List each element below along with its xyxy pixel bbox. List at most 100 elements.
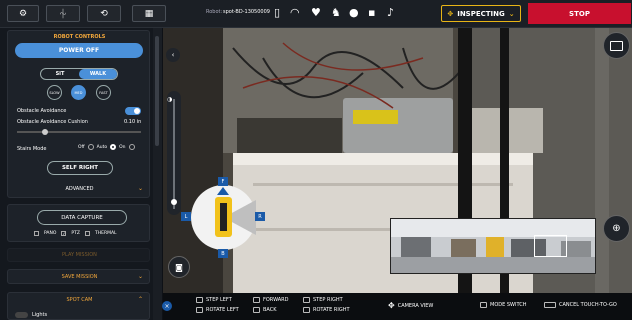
wifi-icon[interactable]: ◠	[290, 6, 300, 20]
save-mission-label: SAVE MISSION	[61, 274, 98, 280]
forward-arrow-icon[interactable]	[217, 187, 229, 195]
hint-mode-switch: MODE SWITCH	[480, 302, 526, 308]
speed-fast[interactable]: FAST	[96, 85, 111, 100]
hint-step-right: STEP RIGHT	[303, 297, 343, 303]
collapse-button[interactable]: ‹	[166, 48, 180, 62]
play-mission-label: PLAY MISSION	[62, 252, 97, 258]
stairs-on-label: On	[119, 144, 126, 150]
keyboard-hints-bar: × STEP LEFT ROTATE LEFT FORWARD BACK STE…	[162, 293, 632, 320]
key-icon	[303, 297, 310, 303]
hint-label: STEP LEFT	[206, 297, 232, 303]
ptz-view-frame[interactable]	[534, 235, 567, 257]
fullscreen-button[interactable]	[603, 32, 630, 59]
chevron-up-icon: ⌃	[138, 296, 144, 303]
data-capture-card: DATA CAPTURE PANO ✓ PTZ THERMAL	[7, 204, 150, 242]
compass-r[interactable]: R	[255, 212, 265, 221]
hint-rotate-right: ROTATE RIGHT	[303, 307, 350, 313]
history-icon: ⟲	[100, 8, 108, 19]
hint-label: BACK	[263, 307, 277, 313]
message-icon[interactable]: ▪	[368, 6, 375, 20]
stairs-auto-label: Auto	[96, 144, 108, 150]
stairs-on-radio[interactable]	[128, 144, 135, 150]
pano-thumbnail[interactable]	[390, 218, 596, 274]
power-button[interactable]: POWER OFF	[15, 43, 143, 58]
key-icon	[196, 307, 203, 313]
advanced-toggle[interactable]: ADVANCED	[8, 186, 151, 192]
hint-back: BACK	[253, 307, 277, 313]
key-icon	[253, 297, 260, 303]
stairs-auto-radio[interactable]	[110, 144, 117, 150]
hint-label: STEP RIGHT	[313, 297, 343, 303]
inspect-label: INSPECTING	[457, 9, 505, 18]
cushion-slider[interactable]	[17, 129, 141, 135]
esc-key-icon	[544, 302, 556, 308]
sidebar: ROBOT CONTROLS POWER OFF SIT WALK SLOW M…	[0, 28, 162, 320]
self-right-button[interactable]: SELF RIGHT	[47, 161, 113, 175]
hint-label: MODE SWITCH	[490, 302, 527, 308]
spot-cam-label[interactable]: SPOT CAM	[8, 297, 151, 303]
chevron-down-icon: ⌄	[138, 185, 144, 192]
pano-checkbox[interactable]	[34, 231, 39, 236]
speed-slow[interactable]: SLOW	[47, 85, 62, 100]
ptz-checkbox[interactable]: ✓	[61, 231, 67, 236]
close-hints-button[interactable]: ×	[162, 301, 172, 311]
info-icon[interactable]: ●	[349, 6, 359, 20]
hint-camera-view: ✥ CAMERA VIEW	[388, 301, 433, 310]
top-bar: ⚙ ⏆ ⟲ ▦ Robot: spot-BD-13050009 ▯ ◠ ♥ ♞ …	[0, 0, 632, 28]
sit-button[interactable]: SIT	[41, 69, 79, 79]
payload-icon: ⏆	[58, 10, 68, 20]
keyboard-button[interactable]: ▦	[132, 5, 166, 22]
close-icon: ×	[164, 302, 170, 310]
arrow-keys-icon: ✥	[388, 301, 395, 310]
walk-button[interactable]: WALK	[79, 69, 117, 79]
key-icon	[196, 297, 203, 303]
lights-label: Lights	[32, 312, 48, 318]
compass-b[interactable]: B	[218, 249, 228, 258]
save-mission-bar[interactable]: SAVE MISSION ⌄	[7, 269, 150, 284]
thermal-checkbox[interactable]	[84, 231, 90, 236]
settings-button[interactable]: ⚙	[7, 5, 39, 22]
compass-f[interactable]: F	[218, 177, 228, 186]
chevron-down-icon: ⌄	[508, 9, 515, 18]
pano-label: PANO	[44, 231, 57, 236]
data-capture-button[interactable]: DATA CAPTURE	[37, 210, 127, 225]
speed-med[interactable]: MED	[71, 85, 86, 100]
ptz-control-button[interactable]: ⊕	[603, 215, 630, 242]
hint-label: CAMERA VIEW	[397, 302, 434, 309]
keyboard-icon: ▦	[144, 8, 154, 19]
target-icon: ✥	[447, 9, 454, 18]
shield-icon[interactable]: ♥	[311, 6, 321, 20]
camera-view[interactable]: ‹ ◑ ◙ F L R B ⊕	[163, 28, 632, 293]
inspect-dropdown[interactable]: ✥ INSPECTING ⌄	[441, 5, 521, 22]
hint-label: CANCEL TOUCH-TO-GO	[559, 302, 617, 308]
ptz-label: PTZ	[71, 231, 80, 236]
obstacle-cushion-label: Obstacle Avoidance Cushion	[17, 119, 88, 125]
hint-cancel: CANCEL TOUCH-TO-GO	[544, 302, 617, 308]
robot-name: spot-BD-13050009	[223, 9, 270, 15]
hint-rotate-left: ROTATE LEFT	[196, 307, 239, 313]
key-icon	[480, 302, 487, 308]
stop-button[interactable]: STOP	[528, 3, 631, 24]
hint-label: ROTATE RIGHT	[313, 307, 350, 313]
zoom-slider[interactable]	[167, 91, 181, 215]
obstacle-avoidance-toggle[interactable]	[125, 107, 141, 115]
thermal-label: THERMAL	[94, 231, 117, 236]
robot-status-icon[interactable]: ♞	[331, 6, 341, 20]
history-button[interactable]: ⟲	[87, 5, 121, 22]
bell-icon[interactable]: ♪	[387, 6, 394, 20]
sidebar-scrollbar[interactable]	[153, 28, 162, 320]
hint-label: ROTATE LEFT	[206, 307, 239, 313]
hint-label: FORWARD	[263, 297, 289, 303]
lights-toggle[interactable]	[15, 312, 28, 318]
stairs-mode-radios[interactable]: Off Auto On	[78, 144, 135, 150]
hint-step-left: STEP LEFT	[196, 297, 232, 303]
obstacle-avoidance-label: Obstacle Avoidance	[17, 108, 67, 114]
play-mission-bar[interactable]: PLAY MISSION	[7, 248, 150, 262]
drive-pad[interactable]	[191, 185, 256, 250]
compass-l[interactable]: L	[181, 212, 191, 221]
payload-button[interactable]: ⏆	[46, 5, 80, 22]
battery-icon[interactable]: ▯	[274, 6, 280, 20]
stairs-off-radio[interactable]	[87, 144, 94, 150]
key-icon	[303, 307, 310, 313]
snapshot-button[interactable]: ◙	[168, 256, 190, 278]
